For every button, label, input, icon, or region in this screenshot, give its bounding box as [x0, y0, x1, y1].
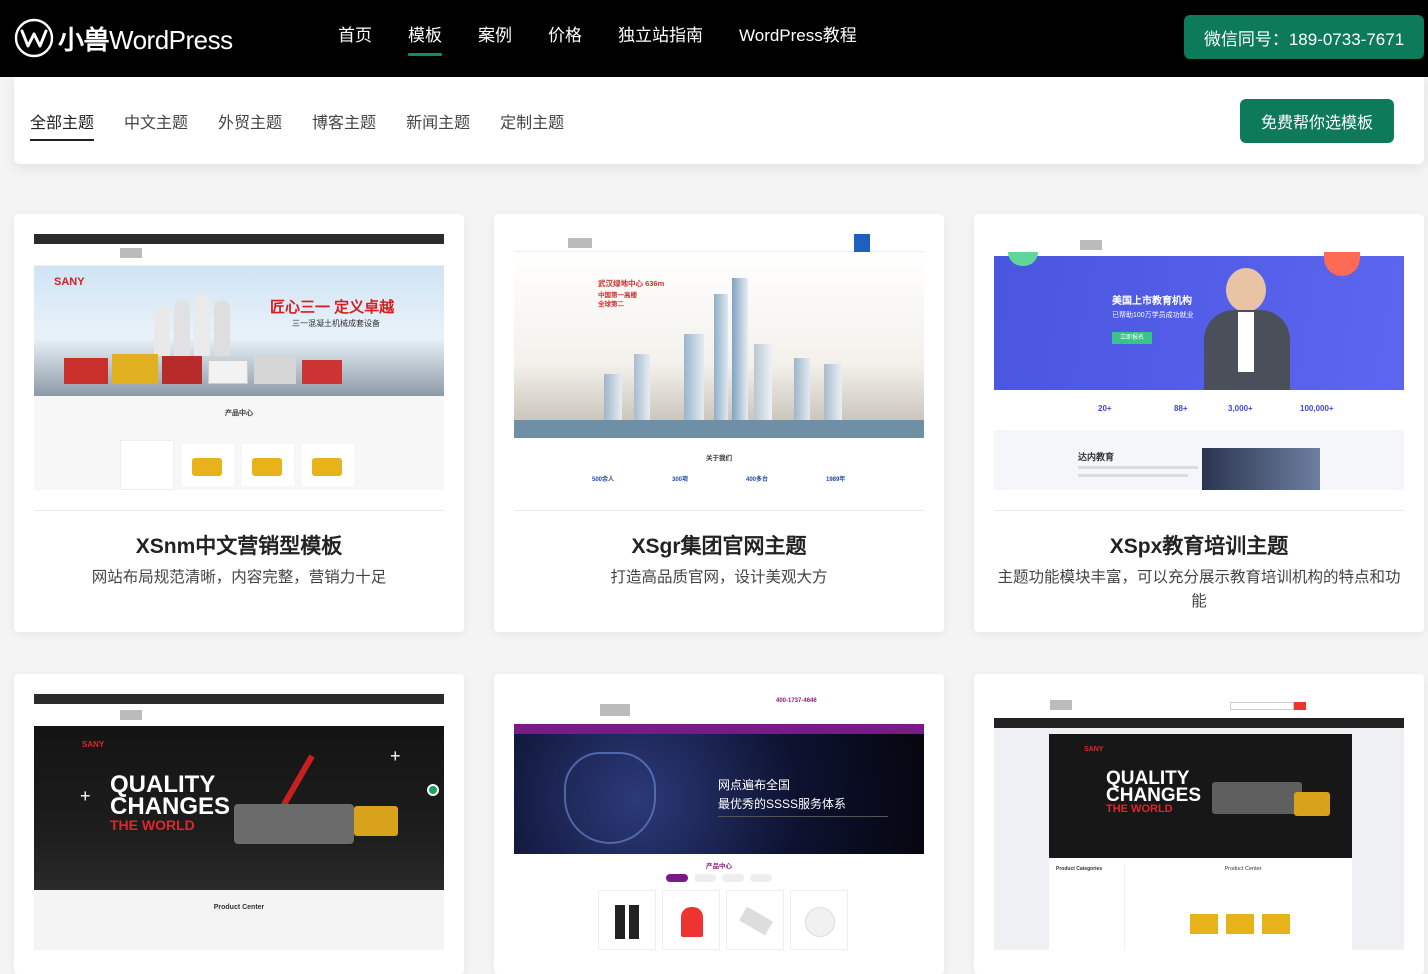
card-description: 打造高品质官网，设计美观大方 [610, 569, 828, 586]
thumb-stat-4: 1989年 [826, 477, 846, 483]
logo-cn: 小兽 [58, 24, 110, 55]
main-nav: 首页 模板 案例 价格 独立站指南 WordPress教程 [320, 24, 875, 56]
tab-custom-themes[interactable]: 定制主题 [500, 109, 564, 141]
thumb-brand: SANY [1084, 746, 1104, 753]
thumb-phone: 400-1737-4646 [776, 698, 817, 704]
theme-card-4[interactable]: SANY QUALITY CHANGES THE WORLD + + Produ… [14, 674, 464, 974]
theme-filter-bar: 全部主题 中文主题 外贸主题 博客主题 新闻主题 定制主题 免费帮你选模板 [14, 77, 1424, 164]
card-divider [34, 510, 444, 511]
thumb-subline-2: 全球第二 [598, 301, 624, 308]
thumb-subline: 最优秀的SSSS服务体系 [718, 797, 847, 811]
card-title[interactable]: XSgr集团官网主题 [494, 530, 944, 560]
thumb-stat-2: 88+ [1174, 404, 1188, 413]
thumb-brand: SANY [82, 740, 105, 749]
thumb-subline: 已帮助100万学员成功就业 [1112, 312, 1194, 319]
thumb-headline-3: THE WORLD [110, 817, 195, 833]
logo-en: WordPress [109, 24, 233, 55]
nav-wp-tutorial[interactable]: WordPress教程 [721, 24, 875, 56]
thumb-section-title: Product Center [1224, 866, 1262, 872]
thumb-stat-4: 100,000+ [1300, 404, 1334, 413]
nav-templates[interactable]: 模板 [390, 24, 460, 56]
thumb-stat-3: 3,000+ [1228, 404, 1253, 413]
theme-thumbnail[interactable]: 美国上市教育机构 已帮助100万学员成功就业 立即报名 20+ 88+ 3,00… [994, 234, 1404, 490]
theme-card-xspx[interactable]: 美国上市教育机构 已帮助100万学员成功就业 立即报名 20+ 88+ 3,00… [974, 214, 1424, 632]
wechat-contact-button[interactable]: 微信同号：189-0733-7671 [1184, 15, 1424, 59]
thumb-sidebar-title: Product Categories [1056, 866, 1103, 872]
thumb-section-title: 产品中心 [706, 863, 732, 870]
theme-thumbnail[interactable]: 武汉绿地中心 636m 中国第一高楼 全球第二 关于我们 500余人 300项 … [514, 234, 924, 490]
theme-thumbnail[interactable]: SANY QUALITY CHANGES THE WORLD Product C… [994, 694, 1404, 950]
thumb-headline: 匠心三一 定义卓越 [270, 299, 395, 316]
nav-cases[interactable]: 案例 [460, 24, 530, 56]
card-title[interactable]: XSnm中文营销型模板 [14, 530, 464, 560]
thumb-headline: 网点遍布全国 [718, 778, 791, 792]
thumb-cta: 立即报名 [1112, 332, 1152, 344]
card-description: 主题功能模块丰富，可以充分展示教育培训机构的特点和功能 [997, 569, 1401, 610]
theme-thumbnail[interactable]: SANY 匠心三一 定义卓越 三一混凝土机械成套设备 产品中心 [34, 234, 444, 490]
card-description: 网站布局规范清晰，内容完整，营销力十足 [91, 569, 387, 586]
theme-card-xsgr[interactable]: 武汉绿地中心 636m 中国第一高楼 全球第二 关于我们 500余人 300项 … [494, 214, 944, 632]
thumb-headline-2: CHANGES [110, 793, 231, 820]
thumb-section-title: 产品中心 [225, 410, 253, 417]
thumb-brand: SANY [54, 276, 85, 288]
free-template-help-button[interactable]: 免费帮你选模板 [1240, 99, 1394, 143]
tab-all-themes[interactable]: 全部主题 [30, 109, 95, 141]
theme-thumbnail[interactable]: 400-1737-4646 网点遍布全国 最优秀的SSSS服务体系 产品中心 [514, 694, 924, 950]
thumb-subline: 三一混凝土机械成套设备 [292, 319, 380, 328]
tab-foreign-trade-themes[interactable]: 外贸主题 [218, 109, 282, 141]
thumb-stat-1: 20+ [1098, 404, 1112, 413]
thumb-headline-3: THE WORLD [1106, 803, 1173, 815]
thumb-stat-2: 300项 [672, 477, 689, 483]
thumb-stat-3: 400多台 [746, 477, 769, 483]
theme-tabs: 全部主题 中文主题 外贸主题 博客主题 新闻主题 定制主题 [30, 109, 594, 141]
theme-card-6[interactable]: SANY QUALITY CHANGES THE WORLD Product C… [974, 674, 1424, 974]
nav-pricing[interactable]: 价格 [530, 24, 600, 56]
theme-card-5[interactable]: 400-1737-4646 网点遍布全国 最优秀的SSSS服务体系 产品中心 [494, 674, 944, 974]
theme-card-xsnm[interactable]: SANY 匠心三一 定义卓越 三一混凝土机械成套设备 产品中心 XSnm中文营销… [14, 214, 464, 632]
tab-news-themes[interactable]: 新闻主题 [406, 109, 470, 141]
thumb-headline: 美国上市教育机构 [1112, 296, 1192, 307]
card-divider [994, 510, 1404, 511]
thumb-section-title: 达内教育 [1078, 452, 1115, 462]
top-navigation-bar: 小兽WordPress 首页 模板 案例 价格 独立站指南 WordPress教… [0, 0, 1428, 77]
logo-mark-icon [14, 18, 54, 58]
thumb-headline-2: CHANGES [1106, 785, 1202, 806]
card-title[interactable]: XSpx教育培训主题 [974, 530, 1424, 560]
site-logo[interactable]: 小兽WordPress [14, 17, 233, 59]
card-divider [514, 510, 924, 511]
thumb-headline: 武汉绿地中心 636m [598, 279, 665, 288]
tab-chinese-themes[interactable]: 中文主题 [124, 109, 188, 141]
tab-blog-themes[interactable]: 博客主题 [312, 109, 376, 141]
nav-guide[interactable]: 独立站指南 [600, 24, 721, 56]
theme-thumbnail[interactable]: SANY QUALITY CHANGES THE WORLD + + Produ… [34, 694, 444, 950]
nav-home[interactable]: 首页 [320, 24, 390, 56]
thumb-section-title: 关于我们 [706, 455, 732, 462]
thumb-stat-1: 500余人 [592, 477, 615, 483]
thumb-section-title: Product Center [213, 904, 265, 911]
logo-text: 小兽WordPress [58, 20, 233, 57]
